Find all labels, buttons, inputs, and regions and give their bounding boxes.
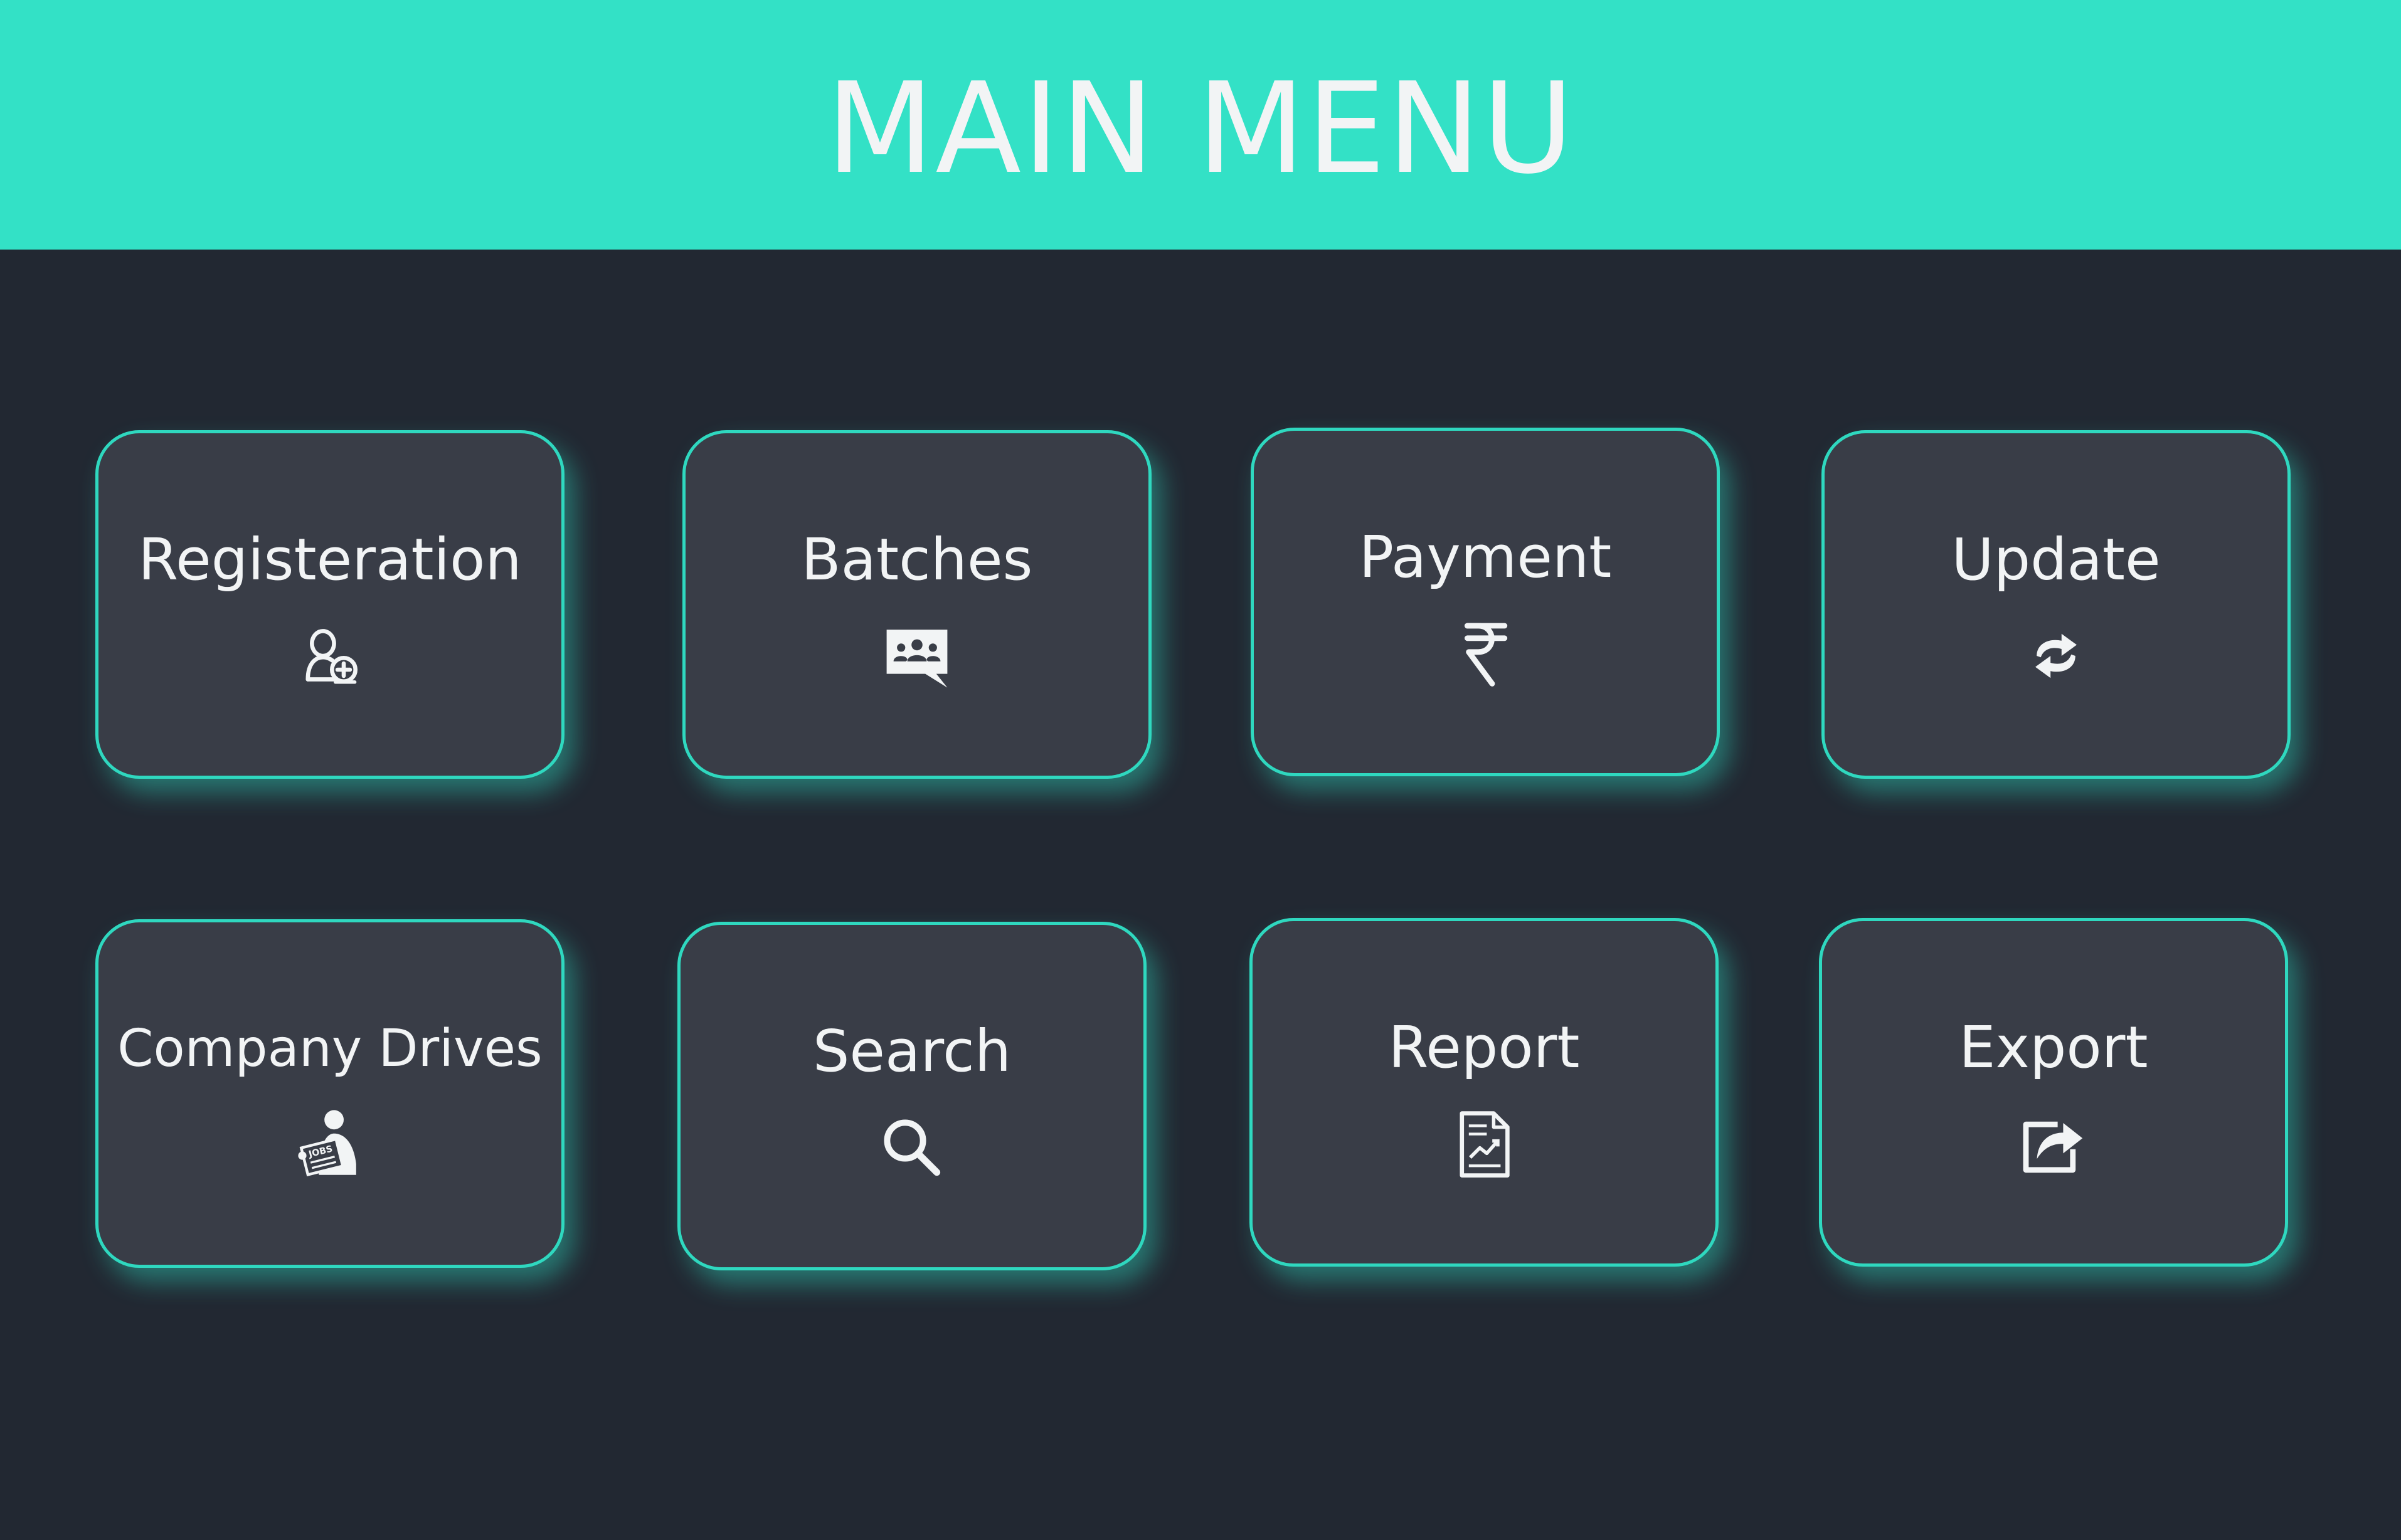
search-icon xyxy=(877,1113,946,1182)
company-drives-label: Company Drives xyxy=(117,1019,543,1079)
job-seeker-icon: JOBS xyxy=(295,1107,364,1176)
export-button[interactable]: Export xyxy=(1819,918,2288,1267)
header-bar: MAIN MENU xyxy=(0,0,2401,250)
report-document-icon xyxy=(1450,1109,1519,1178)
search-button[interactable]: Search xyxy=(677,922,1147,1270)
registration-label: Registeration xyxy=(138,526,522,593)
group-chat-icon xyxy=(882,621,951,690)
page-title: MAIN MENU xyxy=(825,56,1576,202)
rupee-icon xyxy=(1451,619,1520,688)
registration-button[interactable]: Registeration xyxy=(95,430,564,779)
export-icon xyxy=(2019,1109,2088,1178)
export-label: Export xyxy=(1959,1014,2148,1081)
payment-button[interactable]: Payment xyxy=(1251,428,1720,776)
report-button[interactable]: Report xyxy=(1249,918,1719,1267)
batches-label: Batches xyxy=(801,526,1033,593)
company-drives-button[interactable]: Company Drives JOBS xyxy=(95,919,564,1268)
batches-button[interactable]: Batches xyxy=(682,430,1152,779)
update-label: Update xyxy=(1951,526,2161,593)
refresh-icon xyxy=(2022,621,2091,690)
search-label: Search xyxy=(812,1018,1012,1085)
add-user-icon xyxy=(295,621,364,690)
payment-label: Payment xyxy=(1359,524,1612,591)
update-button[interactable]: Update xyxy=(1821,430,2291,779)
report-label: Report xyxy=(1388,1014,1580,1081)
